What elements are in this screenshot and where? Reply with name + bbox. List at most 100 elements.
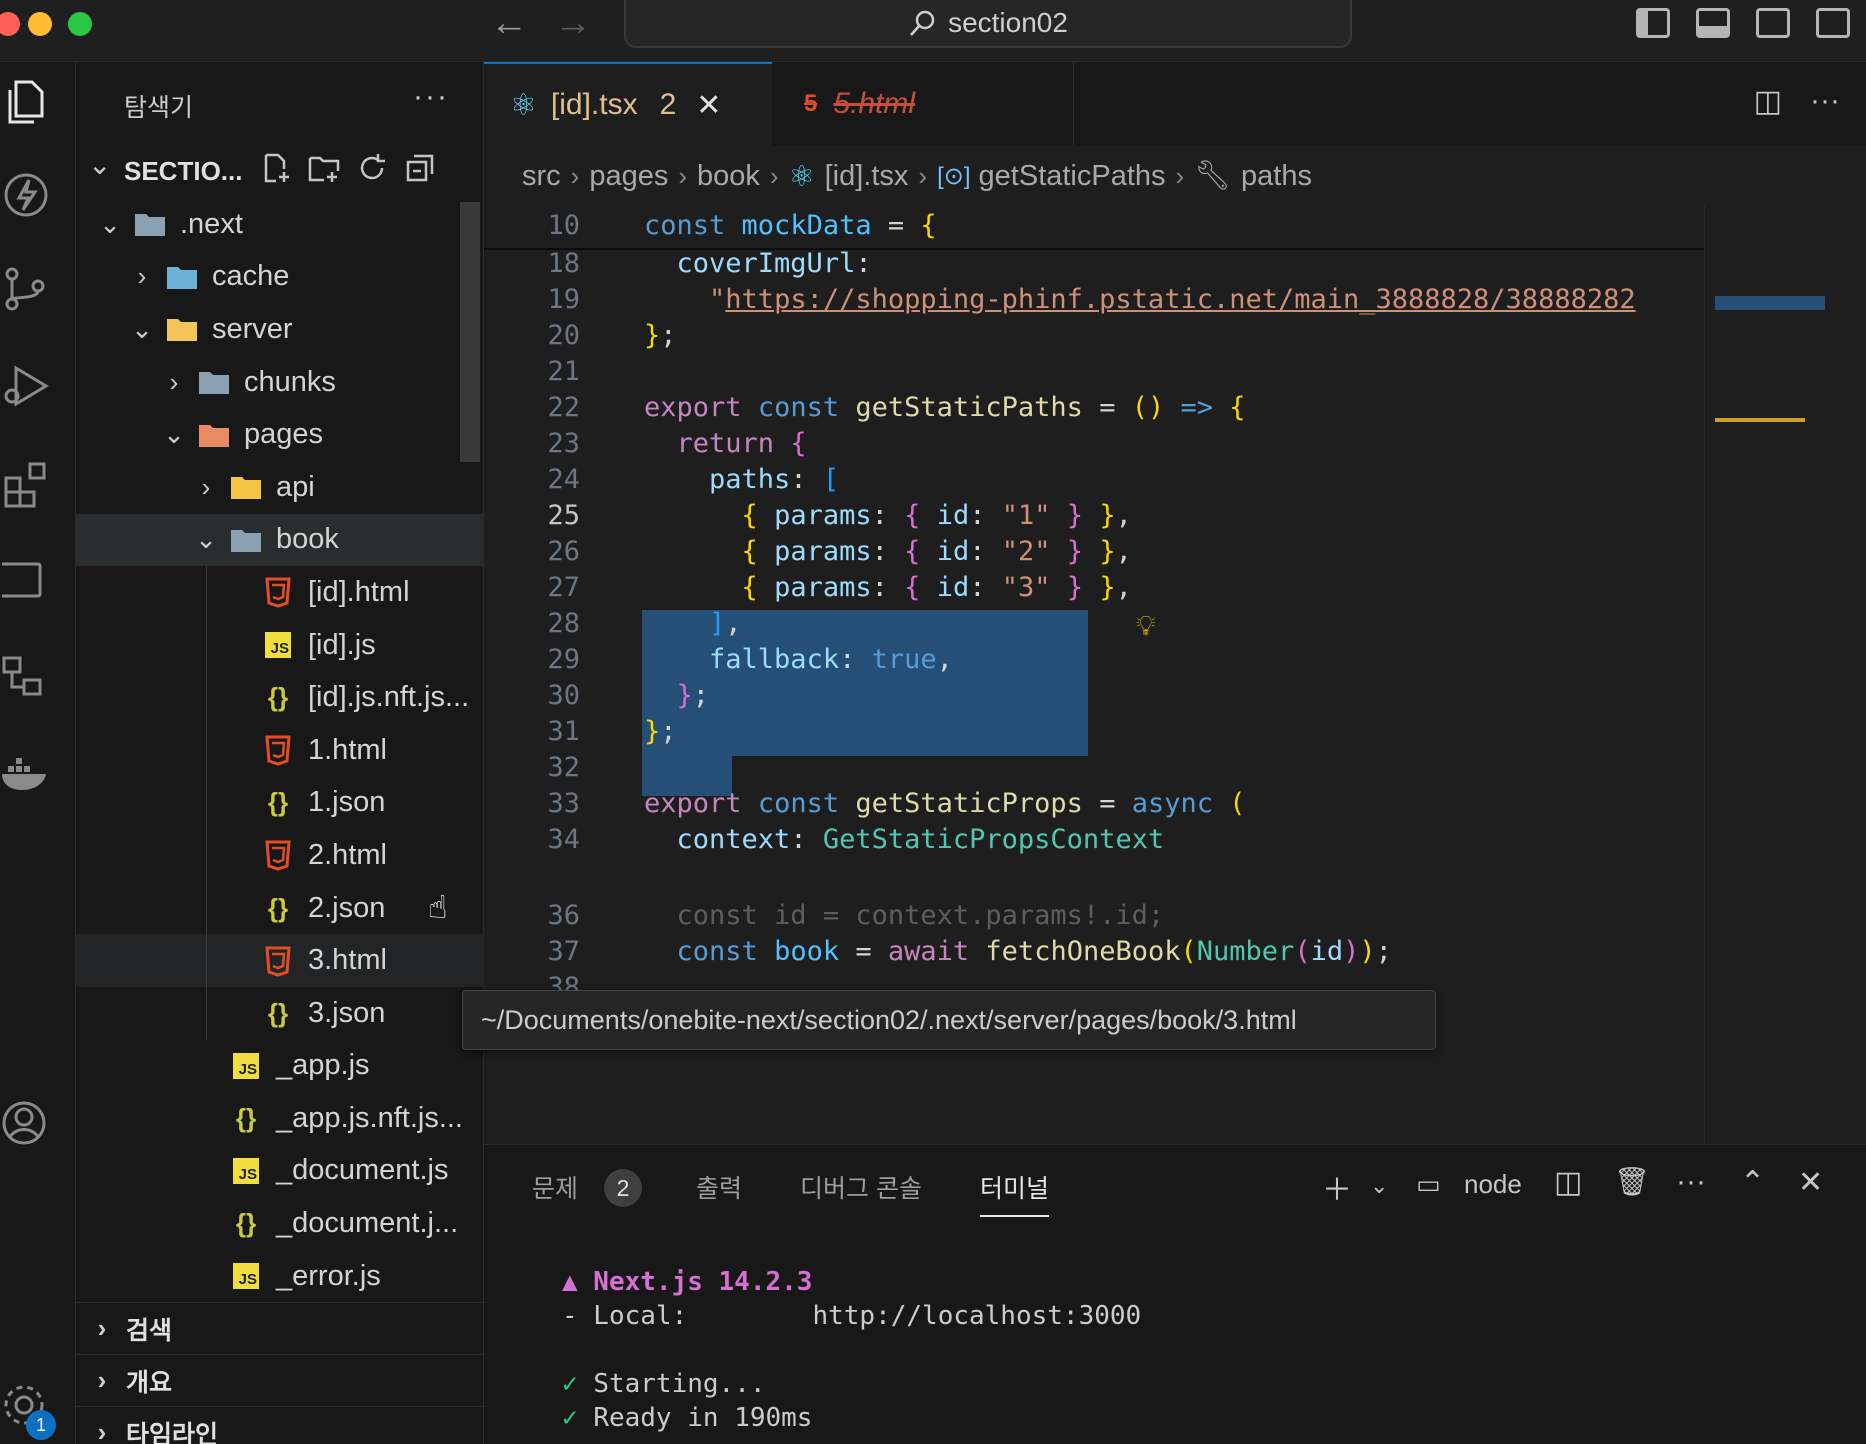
tab-5-html[interactable]: 5 5.html [774,62,1074,146]
split-editor-icon[interactable]: ◫ [1754,84,1782,119]
tree-item[interactable]: [id].html [76,566,484,619]
minimize-window-button[interactable] [28,12,52,36]
line-number: 36 [547,900,580,931]
code-token: return [676,428,775,459]
toggle-primary-sidebar-icon[interactable] [1636,8,1670,38]
code-token: } [1099,536,1116,567]
tree-item[interactable]: JS [id].js [76,618,484,672]
line-number: 31 [547,716,580,747]
close-panel-icon[interactable]: ✕ [1798,1165,1823,1200]
code-token: ; [660,716,677,747]
source-control-icon[interactable] [2,264,52,314]
docker-icon[interactable] [2,748,52,798]
tree-item[interactable]: {} _app.js.nft.js... [76,1092,484,1145]
code-token: , [1115,536,1132,567]
minimap[interactable] [1704,206,1846,1144]
html-file-icon [260,839,296,872]
extensions-icon[interactable] [2,460,52,510]
more-actions-icon[interactable]: ··· [1810,84,1840,119]
tree-item[interactable]: JS _document.js [76,1145,484,1198]
terminal-output[interactable]: ▲ Next.js 14.2.3 - Local: http://localhos… [562,1265,1141,1435]
breadcrumb-item[interactable]: [id].tsx [825,160,909,193]
chevron-down-icon: ⌄ [131,313,153,344]
tree-item[interactable]: › api [76,461,484,514]
sidebar-scrollbar[interactable] [460,202,480,462]
more-actions-icon[interactable]: ··· [413,80,449,114]
tree-item[interactable]: {} [id].js.nft.js... [76,671,484,724]
tree-item-label: 2.html [308,838,387,871]
breadcrumb-item[interactable]: src [522,160,561,193]
tree-item[interactable]: ⌄ book [76,513,484,567]
code-token: => [1164,392,1230,423]
remote-explorer-icon[interactable] [0,556,52,606]
chevron-down-icon[interactable]: ⌄ [1370,1173,1388,1199]
toggle-panel-icon[interactable] [1696,8,1730,38]
tab-output[interactable]: 출력 [696,1169,742,1205]
maximize-window-button[interactable] [68,12,92,36]
maximize-panel-icon[interactable]: ⌃ [1740,1165,1765,1200]
tree-item[interactable]: › cache [76,251,484,304]
explorer-icon[interactable] [2,76,52,126]
tree-item-label: 1.html [308,733,387,766]
testing-icon[interactable] [2,652,52,702]
breadcrumb-item[interactable]: paths [1241,160,1312,193]
breadcrumb-item[interactable]: book [697,160,760,193]
line-number: 29 [547,644,580,675]
tree-item[interactable]: {} 2.json [76,881,484,935]
tree-item[interactable]: {} _document.j... [76,1197,484,1250]
code-token: "2" [1001,536,1051,567]
back-arrow-icon[interactable]: ← [490,2,528,45]
code-line[interactable]: 10 const mockData = { [484,204,1704,247]
breadcrumb-item[interactable]: pages [589,160,668,193]
tree-item[interactable]: {} 1.json [76,776,484,830]
timeline-section[interactable]: › 타임라인 [76,1406,484,1444]
tree-item[interactable]: ⌄ .next [76,198,484,251]
tree-item[interactable]: ⌄ server [76,303,484,356]
more-actions-icon[interactable]: ··· [1676,1165,1706,1199]
workspace-section-header[interactable]: ⌄ SECTIO... [76,146,484,194]
split-terminal-icon[interactable]: ◫ [1554,1165,1582,1200]
accounts-icon[interactable] [2,1098,52,1148]
tree-item[interactable]: ⌄ pages [76,408,484,461]
tree-item-label: server [212,312,293,345]
tree-item[interactable]: › chunks [76,356,484,409]
code-line[interactable]: 34 context: GetStaticPropsContext [484,818,1704,861]
terminal-name[interactable]: node [1464,1169,1522,1200]
toggle-secondary-sidebar-icon[interactable] [1756,8,1790,38]
command-center-search[interactable]: section02 [624,0,1352,48]
tree-item[interactable]: 1.html [76,723,484,777]
tree-item[interactable]: {} 3.json [76,986,484,1040]
tree-item-label: _app.js [276,1049,370,1082]
tree-item[interactable]: 3.html [76,934,484,987]
tab-debug-console[interactable]: 디버그 콘솔 [800,1169,922,1205]
search-section[interactable]: › 검색 [76,1302,484,1354]
outline-section[interactable]: › 개요 [76,1354,484,1406]
code-token: book [774,936,840,967]
close-window-button[interactable] [0,12,20,36]
new-file-icon[interactable] [260,152,292,184]
customize-layout-icon[interactable] [1816,8,1850,38]
run-debug-icon[interactable] [2,360,52,410]
breadcrumb-item[interactable]: getStaticPaths [979,160,1166,193]
code-token: } [1099,500,1116,531]
tree-item[interactable]: JS _error.js [76,1250,484,1303]
new-terminal-icon[interactable]: ＋ [1322,1165,1352,1209]
forward-arrow-icon[interactable]: → [554,2,592,45]
tab-problems[interactable]: 문제 [532,1169,578,1205]
new-folder-icon[interactable] [308,152,340,184]
tree-item[interactable]: 2.html [76,829,484,882]
react-icon: ⚛ [788,160,815,193]
tab-terminal[interactable]: 터미널 [980,1169,1050,1217]
refresh-icon[interactable] [356,152,388,184]
close-icon[interactable]: ✕ [696,88,721,123]
terminal-local-url[interactable]: http://localhost:3000 [812,1301,1141,1331]
trash-icon[interactable]: 🗑︎ [1614,1165,1650,1198]
lightbulb-icon[interactable]: 💡︎ [1136,610,1156,643]
json-file-icon: {} [267,997,289,1028]
collapse-all-icon[interactable] [404,152,436,184]
tree-item[interactable]: JS _app.js [76,1040,484,1093]
lightning-extension-icon[interactable] [2,170,52,220]
tab-id-tsx[interactable]: ⚛ [id].tsx 2 ✕ [484,62,772,146]
workspace-title: SECTIO... [124,156,243,186]
code-token: ) [1343,936,1360,967]
